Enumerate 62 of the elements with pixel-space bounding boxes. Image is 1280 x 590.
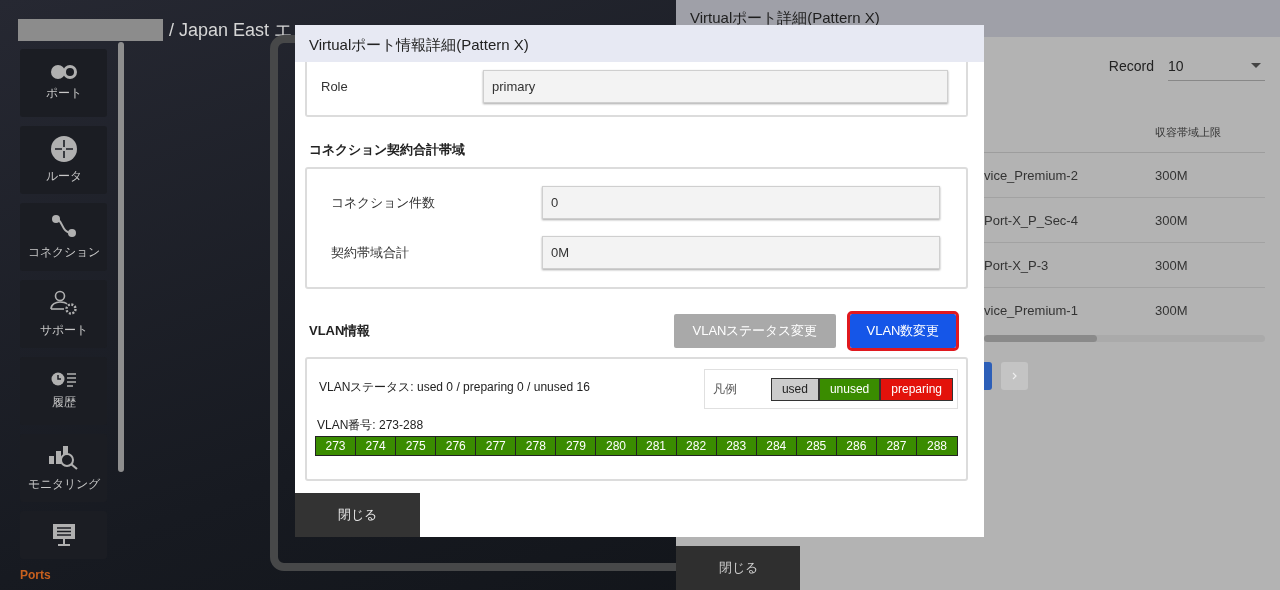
close-button[interactable]: 閉じる — [676, 546, 800, 590]
user-gear-icon — [48, 289, 79, 316]
section-title: VLAN情報 — [309, 322, 371, 340]
sidebar-item[interactable]: ルータ — [20, 126, 107, 194]
vlan-cell: 288 — [916, 437, 957, 455]
vlan-cell: 286 — [836, 437, 877, 455]
role-field[interactable]: primary — [483, 70, 948, 103]
next-button[interactable] — [1001, 362, 1028, 390]
legend-chip: used — [770, 377, 819, 401]
status-text: VLANステータス: used 0 / preparing 0 / unused 16 — [318, 379, 590, 396]
table-cell-text: 300M — [1155, 212, 1189, 228]
vlan-cell: 279 — [556, 437, 597, 455]
vlan-cell: 274 — [356, 437, 397, 455]
vlan-cell: 281 — [636, 437, 677, 455]
column-header: 収容帯域上限 — [1155, 125, 1222, 140]
table-cell-text: 300M — [1155, 257, 1189, 273]
field-label: 契約帯域合計 — [331, 243, 410, 262]
section-title: コネクション契約合計帯域 — [309, 141, 466, 159]
vlan-cell: 280 — [596, 437, 637, 455]
close-button[interactable]: 閉じる — [295, 493, 420, 537]
table-cell-text: vice_Premium-1 — [984, 303, 1079, 318]
vlan-cell: 273 — [316, 437, 357, 455]
vlan-cell: 287 — [876, 437, 917, 455]
table-cell-text: Port-X_P-3 — [984, 257, 1050, 273]
input-field[interactable]: 0 — [542, 186, 940, 219]
legend-chip: unused — [818, 377, 881, 401]
record-label: Record — [1108, 58, 1154, 76]
caret-icon — [1251, 63, 1261, 68]
vlan-cell: 277 — [476, 437, 517, 455]
table-cell-text: 300M — [1155, 303, 1189, 318]
vlan-cell: 278 — [516, 437, 557, 455]
input-field[interactable]: 0M — [542, 236, 940, 269]
vlan-cell: 282 — [676, 437, 717, 455]
vlan-cell: 284 — [756, 437, 797, 455]
table-cell-text: vice_Premium-2 — [984, 167, 1079, 183]
sidebar-item[interactable]: ポート — [20, 49, 107, 117]
field-label: コネクション件数 — [331, 193, 436, 212]
connection-icon — [50, 213, 77, 238]
dialog-title: Virtualポート情報詳細(Pattern X) — [295, 25, 984, 62]
clock-list-icon — [50, 371, 77, 388]
legend-label: 凡例 — [712, 380, 738, 398]
scrollbar[interactable] — [118, 42, 124, 472]
page-button[interactable] — [984, 362, 992, 390]
toggle-icon — [50, 64, 77, 79]
vlan-cell: 276 — [436, 437, 477, 455]
table-cell-text: Port-X_P_Sec-4 — [984, 212, 1079, 228]
vlan-cell: 285 — [796, 437, 837, 455]
vlan-range-label: VLAN番号: 273-288 — [316, 417, 425, 434]
footer-label: Ports — [20, 568, 51, 582]
monitor-icon — [51, 523, 76, 547]
field-label: Role — [321, 79, 349, 94]
record-select[interactable]: 10 — [1168, 55, 1265, 81]
chevron-right-icon — [1012, 372, 1017, 380]
action-button[interactable]: VLAN数変更 — [850, 314, 956, 348]
vlan-cell: 275 — [396, 437, 437, 455]
chart-search-icon — [47, 443, 80, 470]
vlan-cell: 283 — [716, 437, 757, 455]
sidebar-item[interactable]: コネクション — [20, 203, 107, 271]
horizontal-scrollbar[interactable] — [984, 335, 1265, 342]
sidebar-item[interactable]: サポート — [20, 280, 107, 348]
table-cell-text: 300M — [1155, 167, 1189, 183]
legend-chip: preparing — [880, 377, 953, 401]
